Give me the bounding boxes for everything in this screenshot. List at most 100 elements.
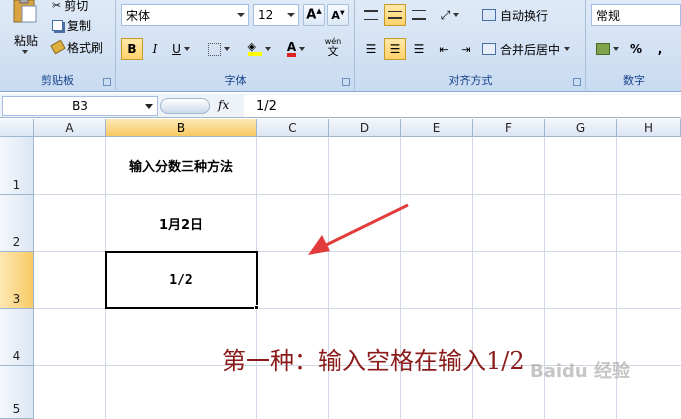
gridline bbox=[400, 137, 401, 419]
alignment-group-label: 对齐方式 bbox=[448, 74, 493, 87]
font-name-combo[interactable]: 宋体 bbox=[121, 4, 249, 26]
phonetic-char: 文 bbox=[327, 45, 339, 58]
align-bottom-button[interactable] bbox=[408, 4, 430, 26]
chevron-down-icon bbox=[612, 47, 619, 51]
col-header-label: E bbox=[432, 120, 441, 135]
row-header-1[interactable]: 1 bbox=[0, 137, 34, 195]
row-header-4[interactable]: 4 bbox=[0, 309, 34, 366]
align-center-icon: ☰ bbox=[389, 42, 401, 56]
font-size-combo[interactable]: 12 bbox=[253, 4, 299, 26]
col-header-label: H bbox=[643, 120, 654, 135]
chevron-down-icon bbox=[287, 13, 295, 17]
align-middle-button[interactable] bbox=[384, 4, 406, 26]
alignment-launcher-icon[interactable] bbox=[573, 78, 581, 86]
grow-font-button[interactable]: A▲ bbox=[303, 4, 325, 26]
worksheet: A B C D E F G H 1 2 3 4 5 输入分数三种方法 1月2日 … bbox=[0, 119, 681, 419]
chevron-down-icon bbox=[22, 50, 28, 54]
increase-indent-icon: ⇥ bbox=[461, 42, 471, 56]
col-header-label: A bbox=[65, 120, 74, 135]
row-header-label: 2 bbox=[12, 235, 21, 249]
chevron-down-icon bbox=[145, 104, 153, 109]
number-format-value: 常规 bbox=[596, 8, 621, 23]
gridline bbox=[472, 137, 473, 419]
row-header-2[interactable]: 2 bbox=[0, 195, 34, 252]
borders-button[interactable] bbox=[203, 38, 235, 60]
col-header-g[interactable]: G bbox=[545, 119, 617, 137]
font-color-button[interactable]: A bbox=[279, 38, 313, 60]
row-header-label: 1 bbox=[12, 178, 21, 192]
clipboard-launcher-icon[interactable] bbox=[103, 78, 111, 86]
paste-label: 粘贴 bbox=[14, 34, 39, 48]
shrink-font-icon: A▼ bbox=[331, 8, 345, 22]
col-header-h[interactable]: H bbox=[617, 119, 681, 137]
format-painter-label: 格式刷 bbox=[67, 40, 104, 55]
col-header-label: B bbox=[176, 120, 186, 135]
paint-bucket-icon: ◈ bbox=[247, 41, 262, 56]
fx-icon: fx bbox=[218, 98, 230, 112]
row-header-label: 5 bbox=[12, 402, 21, 416]
col-header-d[interactable]: D bbox=[329, 119, 401, 137]
comma-label: , bbox=[657, 42, 663, 56]
font-color-icon: A bbox=[286, 41, 297, 57]
alignment-group: ⤢ 自动换行 ☰ ☰ ☰ ⇤ ⇥ 合并后居中 对齐方式 bbox=[356, 0, 586, 90]
paste-button[interactable]: 粘贴 bbox=[4, 0, 46, 62]
col-header-a[interactable]: A bbox=[34, 119, 106, 137]
number-format-combo[interactable]: 常规 bbox=[591, 4, 681, 26]
orientation-icon: ⤢ bbox=[440, 7, 451, 22]
font-group: 宋体 12 A▲ A▼ B I U ◈ A wén 文 字体 bbox=[117, 0, 355, 90]
name-box[interactable]: B3 bbox=[2, 96, 158, 116]
comma-button[interactable]: , bbox=[649, 38, 671, 60]
align-center-button[interactable]: ☰ bbox=[384, 38, 406, 60]
col-header-e[interactable]: E bbox=[401, 119, 473, 137]
wrap-text-button[interactable]: 自动换行 bbox=[482, 4, 582, 26]
select-all-corner[interactable] bbox=[0, 119, 34, 137]
copy-label: 复制 bbox=[67, 18, 92, 33]
align-top-button[interactable] bbox=[360, 4, 382, 26]
cell-b1-text: 输入分数三种方法 bbox=[128, 160, 233, 175]
wrap-text-label: 自动换行 bbox=[500, 8, 549, 23]
shrink-font-button[interactable]: A▼ bbox=[327, 4, 349, 26]
row-header-label: 3 bbox=[12, 292, 21, 306]
baidu-watermark: Baidu 经验 bbox=[530, 361, 631, 382]
row-header-3[interactable]: 3 bbox=[0, 252, 34, 309]
chevron-down-icon bbox=[299, 47, 306, 51]
align-left-icon: ☰ bbox=[365, 42, 377, 56]
align-left-button[interactable]: ☰ bbox=[360, 38, 382, 60]
paste-icon bbox=[13, 0, 37, 23]
fill-handle[interactable] bbox=[254, 305, 259, 310]
cell-b1[interactable]: 输入分数三种方法 bbox=[106, 137, 256, 194]
italic-button[interactable]: I bbox=[145, 38, 165, 60]
align-right-icon: ☰ bbox=[413, 42, 425, 56]
bold-button[interactable]: B bbox=[121, 38, 143, 60]
phonetic-button[interactable]: wén 文 bbox=[315, 36, 351, 58]
row-header-5[interactable]: 5 bbox=[0, 366, 34, 419]
col-header-c[interactable]: C bbox=[257, 119, 329, 137]
underline-button[interactable]: U bbox=[167, 38, 195, 60]
percent-label: % bbox=[629, 42, 643, 56]
font-name-value: 宋体 bbox=[126, 8, 151, 23]
decrease-indent-button[interactable]: ⇤ bbox=[434, 38, 454, 60]
formula-input[interactable]: 1/2 bbox=[244, 95, 681, 117]
increase-indent-button[interactable]: ⇥ bbox=[456, 38, 476, 60]
fill-color-button[interactable]: ◈ bbox=[241, 38, 277, 60]
selected-cell-border bbox=[105, 251, 258, 309]
percent-button[interactable]: % bbox=[625, 38, 647, 60]
orientation-button[interactable]: ⤢ bbox=[434, 4, 466, 26]
align-right-button[interactable]: ☰ bbox=[408, 38, 430, 60]
insert-function-button[interactable]: fx bbox=[218, 98, 229, 112]
chevron-down-icon bbox=[183, 47, 190, 51]
chevron-down-icon bbox=[224, 47, 230, 51]
italic-label: I bbox=[152, 42, 158, 56]
currency-button[interactable] bbox=[591, 38, 623, 60]
copy-button[interactable]: 复制 bbox=[52, 14, 112, 36]
align-bottom-icon bbox=[412, 10, 426, 20]
font-launcher-icon[interactable] bbox=[342, 78, 350, 86]
cell-b2[interactable]: 1月2日 bbox=[106, 195, 256, 251]
merge-center-button[interactable]: 合并后居中 bbox=[482, 38, 582, 60]
col-header-b[interactable]: B bbox=[106, 119, 257, 137]
formula-splitter[interactable] bbox=[160, 98, 210, 114]
format-painter-button[interactable]: 格式刷 bbox=[50, 36, 112, 58]
chevron-down-icon bbox=[564, 47, 571, 51]
col-header-f[interactable]: F bbox=[473, 119, 545, 137]
borders-icon bbox=[208, 42, 221, 56]
